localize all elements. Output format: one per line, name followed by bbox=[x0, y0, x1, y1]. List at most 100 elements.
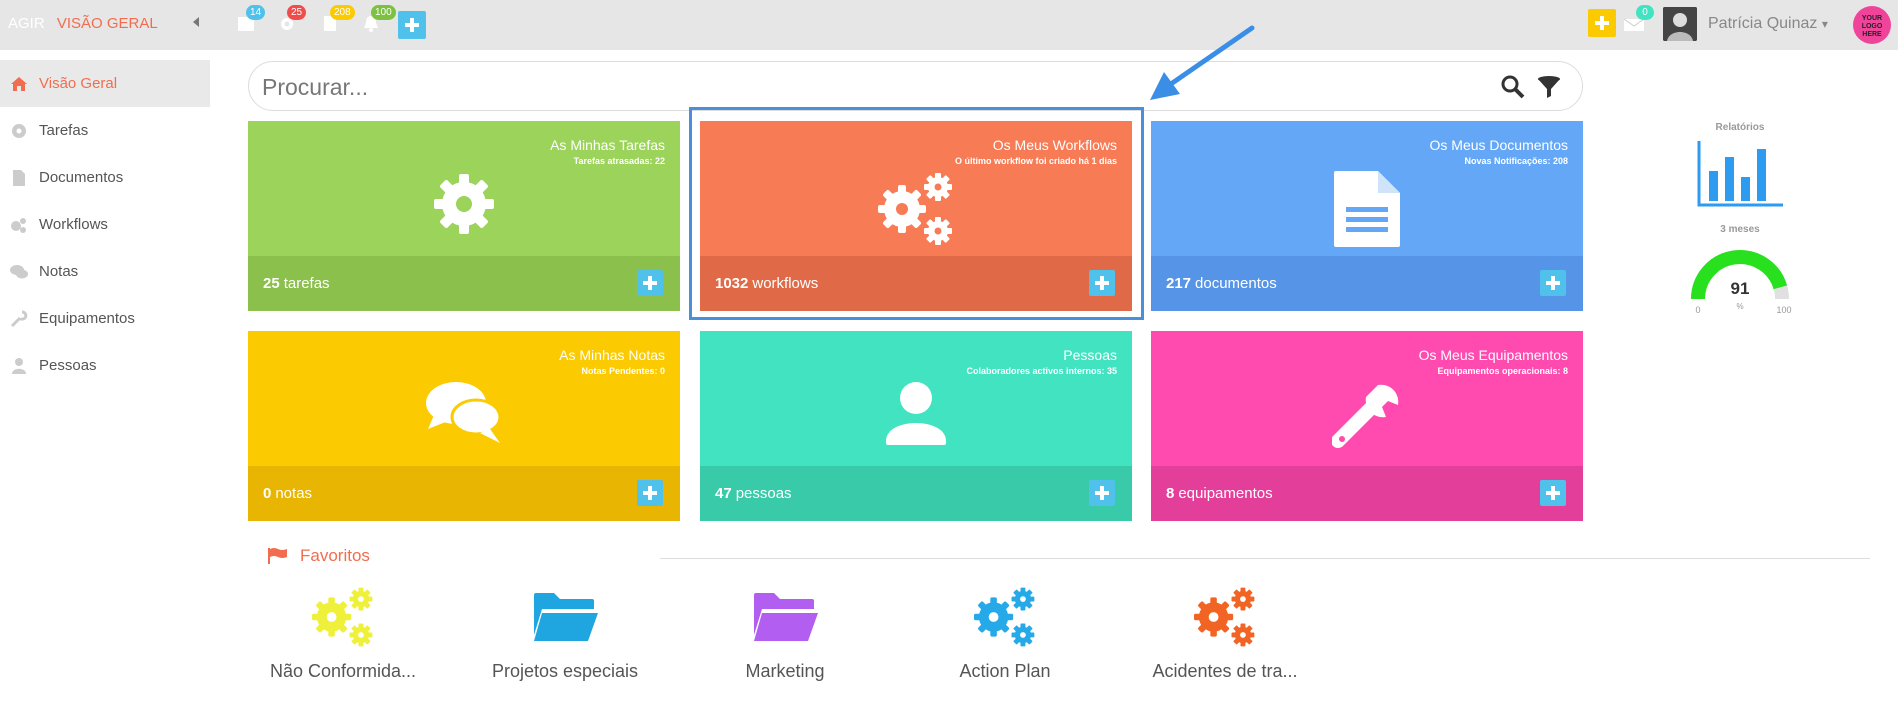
tile-count: 0 bbox=[263, 485, 272, 502]
tile-subtitle: Novas Notificações: 208 bbox=[1464, 156, 1568, 166]
tile-count: 217 bbox=[1166, 275, 1192, 292]
avatar[interactable] bbox=[1663, 7, 1697, 41]
notifications-button[interactable]: 100 bbox=[361, 5, 396, 37]
sidebar-item-workflows[interactable]: Workflows bbox=[0, 201, 210, 248]
messages-button[interactable]: 0 bbox=[1623, 5, 1654, 37]
breadcrumb: AGIR VISÃO GERAL bbox=[8, 15, 158, 32]
reports-widget[interactable]: Relatórios 3 meses 91 % 0 100 bbox=[1680, 122, 1800, 322]
wrench-icon bbox=[1332, 384, 1399, 448]
tile-footer: 25 tarefas bbox=[248, 256, 680, 311]
tile-unit: tarefas bbox=[283, 275, 330, 292]
tile-my-tasks[interactable]: As Minhas Tarefas Tarefas atrasadas: 22 … bbox=[248, 121, 680, 311]
logo-text: YOUR LOGO HERE bbox=[1861, 15, 1883, 38]
brand-agir[interactable]: AGIR bbox=[8, 15, 45, 32]
settings-button[interactable]: 25 bbox=[277, 5, 307, 37]
favorite-nao-conformidades[interactable]: Não Conformida... bbox=[233, 584, 453, 682]
tile-my-equipment[interactable]: Os Meus Equipamentos Equipamentos operac… bbox=[1151, 331, 1583, 521]
add-note-button[interactable] bbox=[637, 480, 663, 506]
tile-subtitle: Equipamentos operacionais: 8 bbox=[1437, 366, 1568, 376]
tile-unit: equipamentos bbox=[1178, 485, 1273, 502]
tile-title: As Minhas Tarefas bbox=[550, 137, 665, 153]
document-icon bbox=[13, 169, 25, 186]
new-item-button[interactable] bbox=[1588, 9, 1616, 37]
gauge-value: 91 bbox=[1731, 279, 1750, 298]
gears-icon bbox=[974, 587, 1035, 646]
document-icon bbox=[1334, 171, 1400, 247]
sidebar-item-notas[interactable]: Notas bbox=[0, 248, 210, 295]
gear-icon bbox=[12, 123, 26, 138]
gears-icon bbox=[312, 587, 373, 646]
divider bbox=[660, 558, 1870, 559]
gauge-max: 100 bbox=[1776, 305, 1791, 315]
gear-icon bbox=[434, 174, 494, 234]
add-equipment-button[interactable] bbox=[1540, 480, 1566, 506]
tile-title: As Minhas Notas bbox=[559, 347, 665, 363]
chevron-down-icon: ▾ bbox=[1821, 17, 1828, 31]
tile-unit: pessoas bbox=[735, 485, 792, 502]
home-icon bbox=[11, 76, 27, 91]
company-logo: YOUR LOGO HERE bbox=[1853, 6, 1891, 44]
tile-footer: 0 notas bbox=[248, 466, 680, 521]
person-icon bbox=[12, 357, 26, 374]
search-input[interactable]: Procurar... bbox=[248, 61, 1583, 111]
sidebar: Visão Geral Tarefas Documentos Workflows… bbox=[0, 60, 210, 389]
sidebar-item-pessoas[interactable]: Pessoas bbox=[0, 342, 210, 389]
sidebar-item-equipamentos[interactable]: Equipamentos bbox=[0, 295, 210, 342]
gauge-min: 0 bbox=[1695, 305, 1700, 315]
calendar-badge: 14 bbox=[246, 5, 266, 20]
sidebar-item-label: Visão Geral bbox=[39, 75, 118, 92]
tile-subtitle: Notas Pendentes: 0 bbox=[581, 366, 665, 376]
gauge-chart: 91 % 0 100 bbox=[1691, 250, 1792, 315]
flag-icon bbox=[268, 548, 287, 564]
add-person-button[interactable] bbox=[1089, 480, 1115, 506]
sidebar-item-documentos[interactable]: Documentos bbox=[0, 154, 210, 201]
tile-footer: 217 documentos bbox=[1151, 256, 1583, 311]
add-document-button[interactable] bbox=[1540, 270, 1566, 296]
favorite-label: Marketing bbox=[745, 661, 825, 681]
calendar-button[interactable]: 14 bbox=[236, 5, 266, 37]
favorite-label: Acidentes de tra... bbox=[1152, 661, 1298, 681]
add-task-button[interactable] bbox=[637, 270, 663, 296]
current-section: VISÃO GERAL bbox=[56, 15, 158, 32]
tile-subtitle: Colaboradores activos internos: 35 bbox=[966, 366, 1117, 376]
search-placeholder: Procurar... bbox=[262, 74, 369, 100]
user-menu[interactable]: Patrícia Quinaz ▾ bbox=[1708, 15, 1828, 33]
favorites-title: Favoritos bbox=[300, 546, 370, 565]
favorite-acidentes-de-trabalho[interactable]: Acidentes de tra... bbox=[1115, 584, 1335, 682]
search-actions bbox=[1500, 74, 1562, 100]
gears-icon bbox=[1194, 587, 1255, 646]
person-icon bbox=[886, 382, 946, 445]
sidebar-item-label: Documentos bbox=[39, 169, 124, 186]
documents-button[interactable]: 208 bbox=[320, 5, 355, 37]
wrench-icon bbox=[10, 310, 28, 327]
favorite-projetos-especiais[interactable]: Projetos especiais bbox=[455, 584, 675, 682]
tile-subtitle: Tarefas atrasadas: 22 bbox=[573, 156, 665, 166]
quick-add-button[interactable] bbox=[398, 11, 426, 39]
tile-my-notes[interactable]: As Minhas Notas Notas Pendentes: 0 0 nota… bbox=[248, 331, 680, 521]
favorite-action-plan[interactable]: Action Plan bbox=[895, 584, 1115, 682]
filter-icon[interactable] bbox=[1536, 74, 1562, 100]
sidebar-item-visao-geral[interactable]: Visão Geral bbox=[0, 60, 210, 107]
tile-footer: 47 pessoas bbox=[700, 466, 1132, 521]
collapse-sidebar-icon[interactable] bbox=[193, 17, 199, 27]
tile-title: Os Meus Documentos bbox=[1429, 137, 1569, 153]
sidebar-item-tarefas[interactable]: Tarefas bbox=[0, 107, 210, 154]
favorites-heading: Favoritos bbox=[268, 546, 370, 566]
gears-icon bbox=[11, 217, 26, 233]
user-photo-icon bbox=[1663, 7, 1697, 41]
chat-icon bbox=[10, 264, 28, 278]
tile-people[interactable]: Pessoas Colaboradores activos internos: … bbox=[700, 331, 1132, 521]
tile-my-documents[interactable]: Os Meus Documentos Novas Notificações: 2… bbox=[1151, 121, 1583, 311]
folder-icon bbox=[754, 592, 818, 641]
tile-count: 8 bbox=[1166, 485, 1175, 502]
folder-icon bbox=[534, 592, 598, 641]
favorite-marketing[interactable]: Marketing bbox=[675, 584, 895, 682]
tile-footer: 8 equipamentos bbox=[1151, 466, 1583, 521]
period-label: 3 meses bbox=[1720, 224, 1760, 235]
sidebar-item-label: Equipamentos bbox=[39, 310, 135, 327]
top-bar: AGIR VISÃO GERAL 14 25 208 100 0 Patríci… bbox=[0, 0, 1898, 50]
favorite-label: Action Plan bbox=[959, 661, 1051, 681]
sidebar-item-label: Notas bbox=[39, 263, 79, 280]
search-icon[interactable] bbox=[1500, 74, 1526, 100]
messages-badge: 0 bbox=[1636, 5, 1654, 20]
